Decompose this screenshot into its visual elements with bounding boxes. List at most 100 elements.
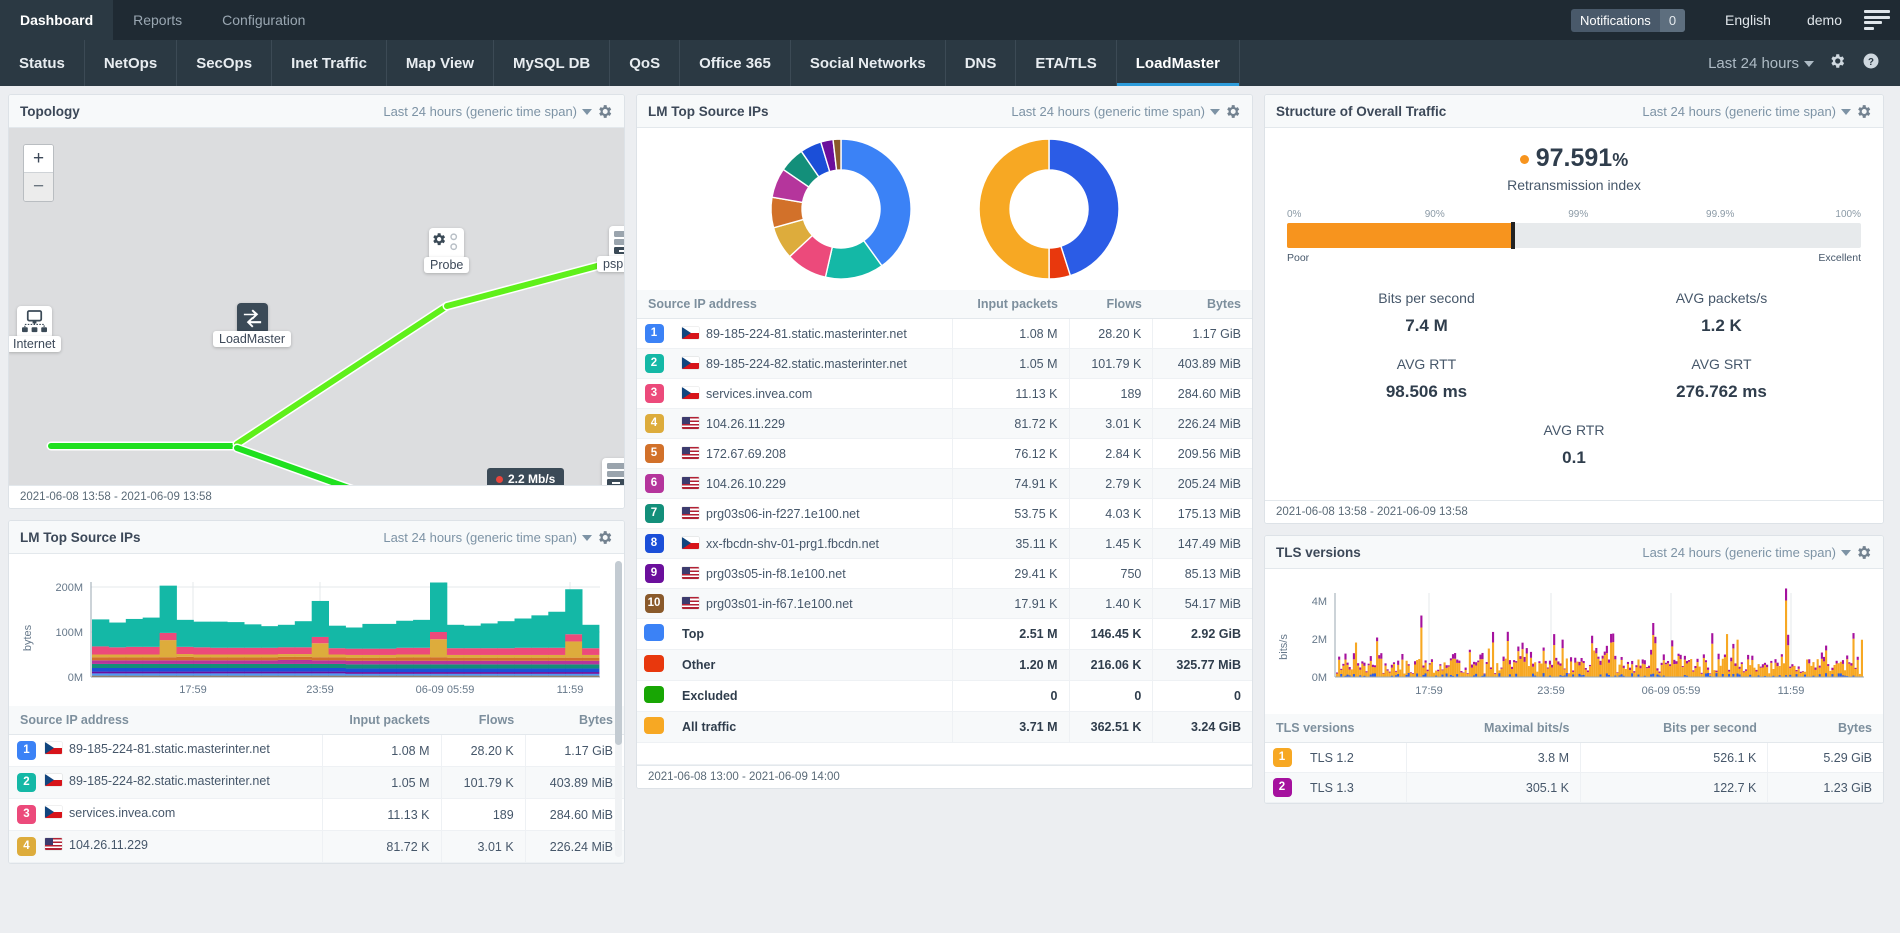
table-row[interactable]: 4104.26.11.22981.72 K3.01 K226.24 MiB	[637, 409, 1252, 439]
tab-loadmaster[interactable]: LoadMaster	[1117, 40, 1240, 86]
donut-chart-top-ips[interactable]	[766, 134, 916, 284]
col-input-packets[interactable]: Input packets	[952, 290, 1069, 319]
col-maximal-bps[interactable]: Maximal bits/s	[1407, 714, 1581, 743]
area-segment	[1391, 668, 1393, 677]
gear-icon[interactable]	[1820, 52, 1854, 75]
cell-packets: 1.08 M	[952, 319, 1069, 349]
topology-node-probe[interactable]: Probe	[424, 228, 469, 273]
row-name[interactable]: 3services.invea.com	[9, 799, 323, 831]
col-source-ip[interactable]: Source IP address	[637, 290, 952, 319]
tls-range-selector[interactable]: Last 24 hours (generic time span)	[1642, 545, 1851, 560]
table-row[interactable]: 10prg03s01-in-f67.1e100.net17.91 K1.40 K…	[637, 589, 1252, 619]
area-segment	[498, 674, 515, 676]
time-range-selector[interactable]: Last 24 hours	[1702, 55, 1820, 72]
area-segment	[1743, 672, 1745, 677]
row-name[interactable]: 104.26.11.229	[671, 409, 952, 439]
col-flows[interactable]: Flows	[1069, 290, 1153, 319]
table-row[interactable]: 189-185-224-81.static.masterinter.net1.0…	[637, 319, 1252, 349]
area-segment	[1766, 667, 1768, 677]
hamburger-menu-icon[interactable]	[1864, 10, 1890, 30]
row-name[interactable]: prg03s06-in-f227.1e100.net	[671, 499, 952, 529]
col-bytes[interactable]: Bytes	[1768, 714, 1883, 743]
row-name[interactable]: 89-185-224-81.static.masterinter.net	[671, 319, 952, 349]
topbar-item-dashboard[interactable]: Dashboard	[0, 0, 113, 40]
tab-status[interactable]: Status	[0, 40, 85, 86]
scrollbar-thumb[interactable]	[615, 561, 622, 745]
tab-mysql-db[interactable]: MySQL DB	[494, 40, 610, 86]
topology-canvas[interactable]: + − Internet	[9, 128, 624, 485]
tab-office-365[interactable]: Office 365	[680, 40, 791, 86]
row-name[interactable]: prg03s05-in-f8.1e100.net	[671, 559, 952, 589]
row-name[interactable]: xx-fbcdn-shv-01-prg1.fbcdn.net	[671, 529, 952, 559]
tab-secops[interactable]: SecOps	[177, 40, 272, 86]
table-row[interactable]: 1TLS 1.23.8 M526.1 K5.29 GiB	[1265, 743, 1883, 773]
tab-dns[interactable]: DNS	[946, 40, 1017, 86]
zoom-in-button[interactable]: +	[24, 145, 53, 173]
topbar-item-reports[interactable]: Reports	[113, 0, 202, 40]
topology-node-loadmaster[interactable]: LoadMaster	[213, 303, 291, 347]
structure-range-selector[interactable]: Last 24 hours (generic time span)	[1642, 104, 1851, 119]
gear-icon[interactable]	[1224, 103, 1241, 120]
col-bytes[interactable]: Bytes	[1153, 290, 1252, 319]
table-row[interactable]: 289-185-224-82.static.masterinter.net1.0…	[637, 349, 1252, 379]
table-row[interactable]: 8xx-fbcdn-shv-01-prg1.fbcdn.net35.11 K1.…	[637, 529, 1252, 559]
topology-zoom-controls[interactable]: + −	[23, 144, 54, 202]
row-name[interactable]: TLS 1.3	[1299, 773, 1407, 803]
area-segment	[379, 672, 396, 674]
tab-social-networks[interactable]: Social Networks	[791, 40, 946, 86]
lm-chart-range-selector[interactable]: Last 24 hours (generic time span)	[383, 530, 592, 545]
table-row[interactable]: 2TLS 1.3305.1 K122.7 K1.23 GiB	[1265, 773, 1883, 803]
topology-node-internet[interactable]: Internet	[9, 306, 61, 352]
col-bits-per-second[interactable]: Bits per second	[1580, 714, 1767, 743]
gear-icon[interactable]	[596, 103, 613, 120]
table-row[interactable]: 3services.invea.com11.13 K189284.60 MiB	[9, 799, 624, 831]
topology-range-selector[interactable]: Last 24 hours (generic time span)	[383, 104, 592, 119]
lm-donut-range-selector[interactable]: Last 24 hours (generic time span)	[1011, 104, 1220, 119]
area-segment	[1473, 662, 1475, 665]
table-row[interactable]: 7prg03s06-in-f227.1e100.net53.75 K4.03 K…	[637, 499, 1252, 529]
lm-chart-table: Source IP address Input packets Flows By…	[9, 706, 624, 863]
tab-qos[interactable]: QoS	[610, 40, 680, 86]
row-name[interactable]: 189-185-224-81.static.masterinter.net	[9, 735, 323, 767]
topology-node-psdemo2[interactable]: psdemo2	[587, 458, 624, 485]
tab-map-view[interactable]: Map View	[387, 40, 494, 86]
gear-icon[interactable]	[1855, 544, 1872, 561]
tab-inet-traffic[interactable]: Inet Traffic	[272, 40, 387, 86]
row-name[interactable]: 172.67.69.208	[671, 439, 952, 469]
zoom-out-button[interactable]: −	[24, 173, 53, 201]
table-row[interactable]: 6104.26.10.22974.91 K2.79 K205.24 MiB	[637, 469, 1252, 499]
vertical-scrollbar[interactable]	[615, 561, 622, 857]
help-circle-icon[interactable]: ?	[1854, 52, 1888, 75]
table-row[interactable]: 3services.invea.com11.13 K189284.60 MiB	[637, 379, 1252, 409]
row-name[interactable]: 289-185-224-82.static.masterinter.net	[9, 767, 323, 799]
row-name[interactable]: 104.26.10.229	[671, 469, 952, 499]
area-segment	[346, 649, 363, 655]
notifications-button[interactable]: Notifications 0	[1571, 9, 1685, 32]
tab-netops[interactable]: NetOps	[85, 40, 177, 86]
topology-node-psprobe[interactable]: psprobe	[597, 226, 624, 272]
topbar-item-configuration[interactable]: Configuration	[202, 0, 325, 40]
area-segment	[498, 621, 515, 648]
row-name[interactable]: 89-185-224-82.static.masterinter.net	[671, 349, 952, 379]
area-segment	[1389, 673, 1391, 677]
tab-eta-tls[interactable]: ETA/TLS	[1016, 40, 1116, 86]
area-segment	[515, 648, 532, 655]
row-name[interactable]: prg03s01-in-f67.1e100.net	[671, 589, 952, 619]
row-name[interactable]: 4104.26.11.229	[9, 831, 323, 863]
gear-icon[interactable]	[1855, 103, 1872, 120]
cell-flows: 3.01 K	[441, 831, 525, 863]
table-row[interactable]: 9prg03s05-in-f8.1e100.net29.41 K75085.13…	[637, 559, 1252, 589]
row-name[interactable]: TLS 1.2	[1299, 743, 1407, 773]
area-segment	[160, 633, 177, 640]
table-row[interactable]: 4104.26.11.22981.72 K3.01 K226.24 MiB	[9, 831, 624, 863]
language-selector[interactable]: English	[1707, 12, 1789, 28]
donut-slice[interactable]	[979, 139, 1049, 279]
gear-icon[interactable]	[596, 529, 613, 546]
row-name[interactable]: services.invea.com	[671, 379, 952, 409]
table-row[interactable]: 189-185-224-81.static.masterinter.net1.0…	[9, 735, 624, 767]
col-tls-versions[interactable]: TLS versions	[1265, 714, 1407, 743]
donut-chart-classification[interactable]	[974, 134, 1124, 284]
table-row[interactable]: 289-185-224-82.static.masterinter.net1.0…	[9, 767, 624, 799]
user-menu[interactable]: demo	[1789, 12, 1860, 28]
table-row[interactable]: 5172.67.69.20876.12 K2.84 K209.56 MiB	[637, 439, 1252, 469]
